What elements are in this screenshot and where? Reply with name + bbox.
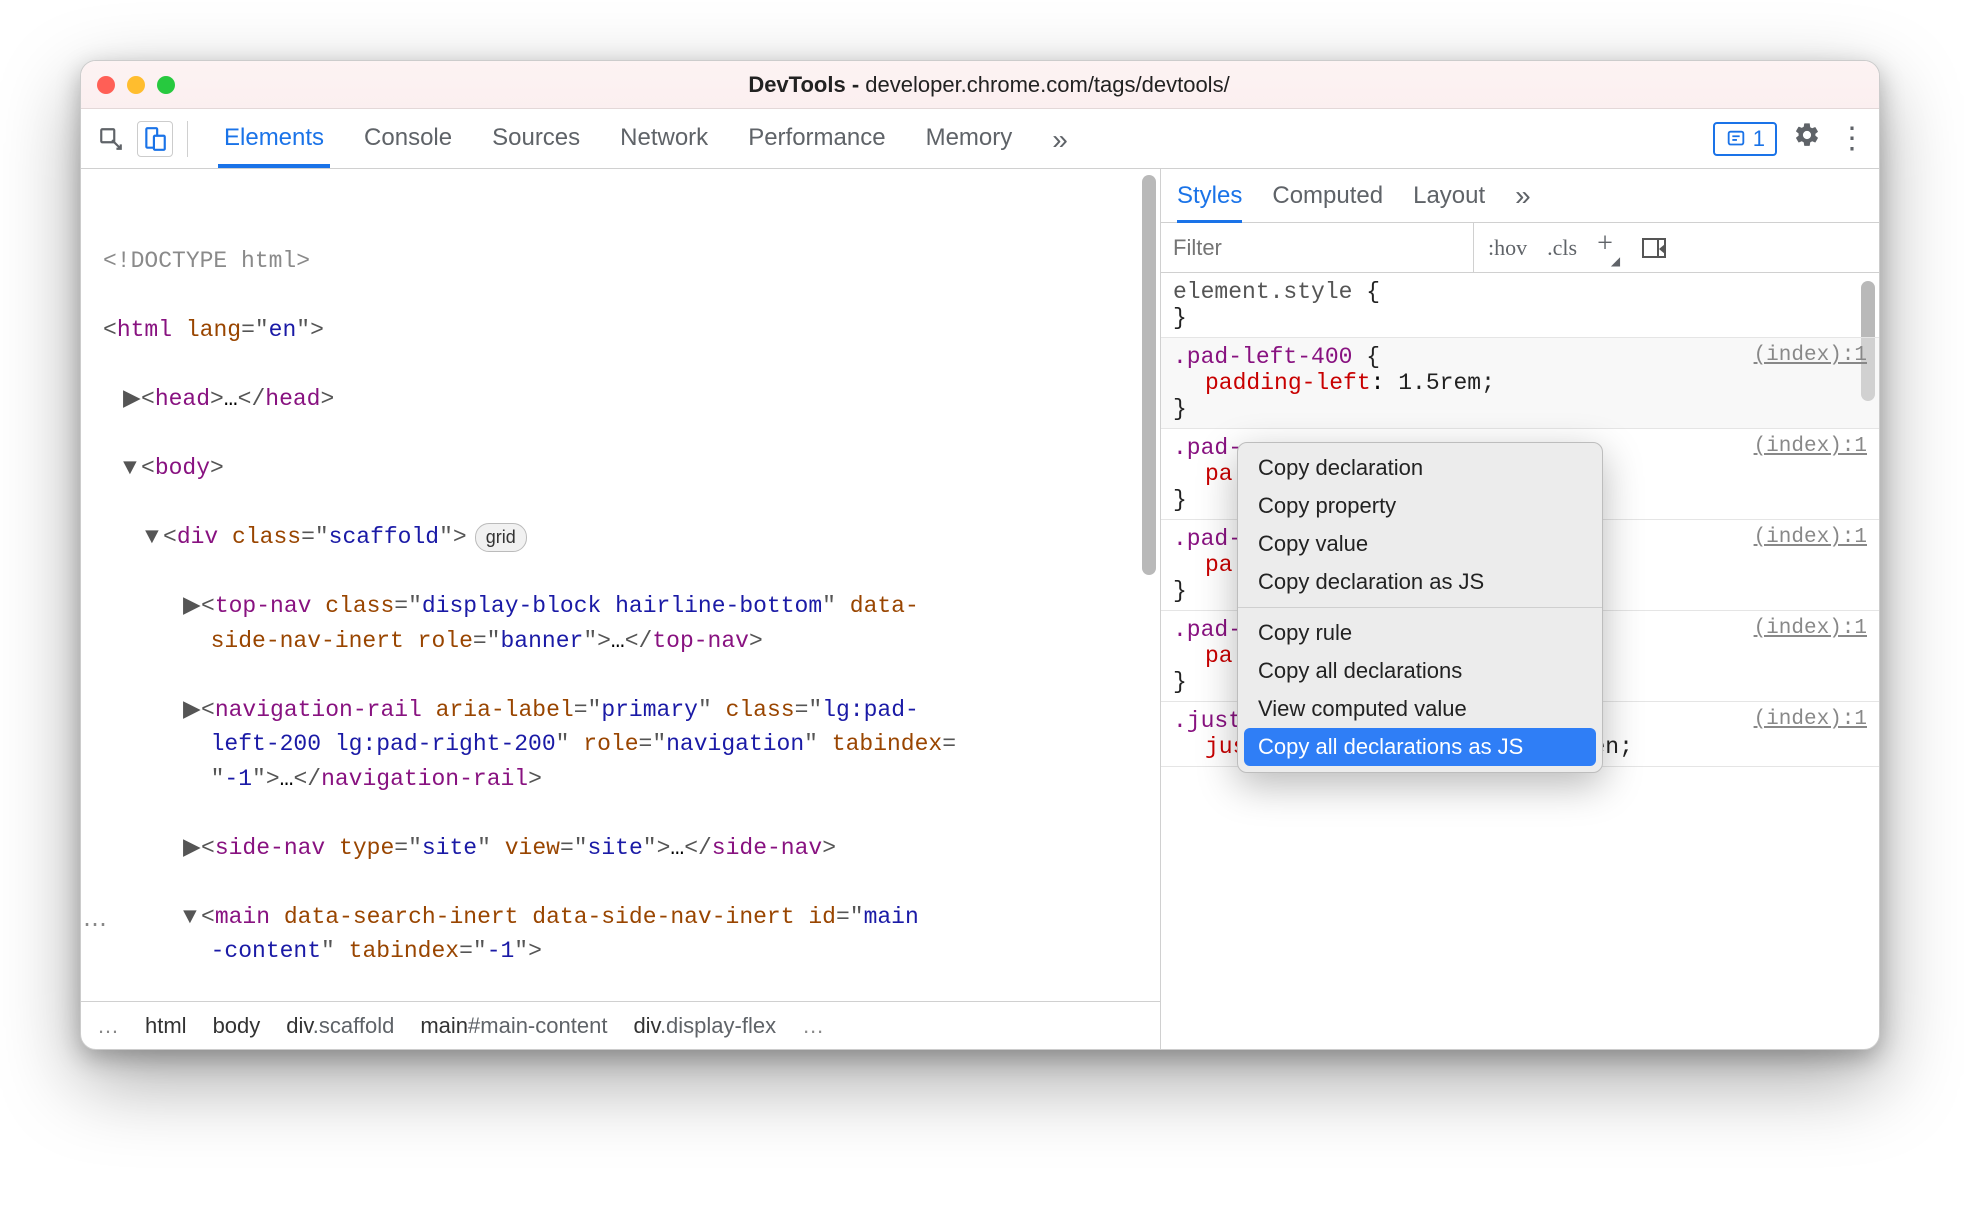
crumb-ellipsis-left[interactable]: …: [97, 1013, 119, 1039]
kebab-menu-icon[interactable]: ⋮: [1837, 133, 1867, 145]
tab-performance[interactable]: Performance: [742, 110, 891, 168]
crumb-ellipsis-right[interactable]: …: [802, 1013, 824, 1039]
traffic-lights: [97, 76, 175, 94]
dom-scrollbar[interactable]: [1142, 175, 1156, 575]
ctx-copy-value[interactable]: Copy value: [1238, 525, 1602, 563]
panes-split: <!DOCTYPE html> <html lang="en"> ▶<head>…: [81, 169, 1879, 1049]
tab-elements[interactable]: Elements: [218, 110, 330, 168]
ctx-copy-declaration-js[interactable]: Copy declaration as JS: [1238, 563, 1602, 601]
inspect-element-icon[interactable]: [93, 121, 129, 157]
hov-toggle[interactable]: :hov: [1488, 235, 1527, 261]
issues-count: 1: [1753, 126, 1765, 152]
devtools-toolbar: Elements Console Sources Network Perform…: [81, 109, 1879, 169]
toggle-sidebar-icon[interactable]: [1642, 238, 1666, 258]
device-mode-icon[interactable]: [137, 121, 173, 157]
subtab-more-icon[interactable]: »: [1515, 169, 1531, 226]
rule-source-link[interactable]: (index):1: [1754, 526, 1867, 549]
new-style-rule-icon[interactable]: +◢: [1597, 228, 1622, 263]
rule-pad-left-400[interactable]: (index):1 .pad-left-400 { padding-left: …: [1161, 338, 1879, 429]
tab-console[interactable]: Console: [358, 110, 458, 168]
ctx-copy-declaration[interactable]: Copy declaration: [1238, 449, 1602, 487]
rule-source-link[interactable]: (index):1: [1754, 344, 1867, 367]
subtab-layout[interactable]: Layout: [1413, 169, 1485, 224]
rule-source-link[interactable]: (index):1: [1754, 617, 1867, 640]
issues-badge[interactable]: 1: [1713, 122, 1777, 156]
styles-pane: Styles Computed Layout » :hov .cls +◢ el…: [1161, 169, 1879, 1049]
title-url: developer.chrome.com/tags/devtools/: [865, 72, 1229, 97]
rule-element-style[interactable]: element.style { }: [1161, 273, 1879, 338]
rule-source-link[interactable]: (index):1: [1754, 708, 1867, 731]
rule-source-link[interactable]: (index):1: [1754, 435, 1867, 458]
settings-icon[interactable]: [1793, 121, 1821, 156]
ctx-copy-all-declarations[interactable]: Copy all declarations: [1238, 652, 1602, 690]
tab-memory[interactable]: Memory: [920, 110, 1019, 168]
tab-sources[interactable]: Sources: [486, 110, 586, 168]
doctype-line: <!DOCTYPE html>: [103, 248, 310, 274]
devtools-window: DevTools - developer.chrome.com/tags/dev…: [80, 60, 1880, 1050]
main-tabs: Elements Console Sources Network Perform…: [218, 110, 1705, 168]
crumb-html[interactable]: html: [145, 1013, 187, 1039]
styles-subtabs: Styles Computed Layout »: [1161, 169, 1879, 223]
close-window-icon[interactable]: [97, 76, 115, 94]
ctx-copy-all-declarations-js[interactable]: Copy all declarations as JS: [1244, 728, 1596, 766]
window-title: DevTools - developer.chrome.com/tags/dev…: [175, 72, 1803, 98]
more-tabs-icon[interactable]: »: [1046, 110, 1074, 168]
ctx-view-computed[interactable]: View computed value: [1238, 690, 1602, 728]
toolbar-right: 1 ⋮: [1713, 121, 1867, 156]
minimize-window-icon[interactable]: [127, 76, 145, 94]
subtab-styles[interactable]: Styles: [1177, 169, 1242, 224]
context-menu: Copy declaration Copy property Copy valu…: [1237, 442, 1603, 773]
crumb-main[interactable]: main#main-content: [420, 1013, 607, 1039]
title-app: DevTools: [748, 72, 845, 97]
styles-rules[interactable]: element.style { } (index):1 .pad-left-40…: [1161, 273, 1879, 1049]
grid-pill[interactable]: grid: [475, 523, 527, 552]
crumb-div-selected[interactable]: div.display-flex: [633, 1013, 776, 1039]
breadcrumb: … html body div.scaffold main#main-conte…: [81, 1001, 1160, 1049]
dom-tree[interactable]: <!DOCTYPE html> <html lang="en"> ▶<head>…: [81, 169, 1160, 1001]
elements-pane: <!DOCTYPE html> <html lang="en"> ▶<head>…: [81, 169, 1161, 1049]
crumb-body[interactable]: body: [213, 1013, 261, 1039]
title-sep: -: [846, 72, 866, 97]
tab-network[interactable]: Network: [614, 110, 714, 168]
styles-filter-input[interactable]: [1161, 223, 1474, 272]
crumb-scaffold[interactable]: div.scaffold: [286, 1013, 394, 1039]
ctx-copy-rule[interactable]: Copy rule: [1238, 614, 1602, 652]
gutter-menu-icon[interactable]: ⋯: [83, 909, 107, 945]
ctx-copy-property[interactable]: Copy property: [1238, 487, 1602, 525]
subtab-computed[interactable]: Computed: [1272, 169, 1383, 224]
styles-filter-row: :hov .cls +◢: [1161, 223, 1879, 273]
cls-toggle[interactable]: .cls: [1547, 235, 1577, 261]
window-titlebar: DevTools - developer.chrome.com/tags/dev…: [81, 61, 1879, 109]
zoom-window-icon[interactable]: [157, 76, 175, 94]
